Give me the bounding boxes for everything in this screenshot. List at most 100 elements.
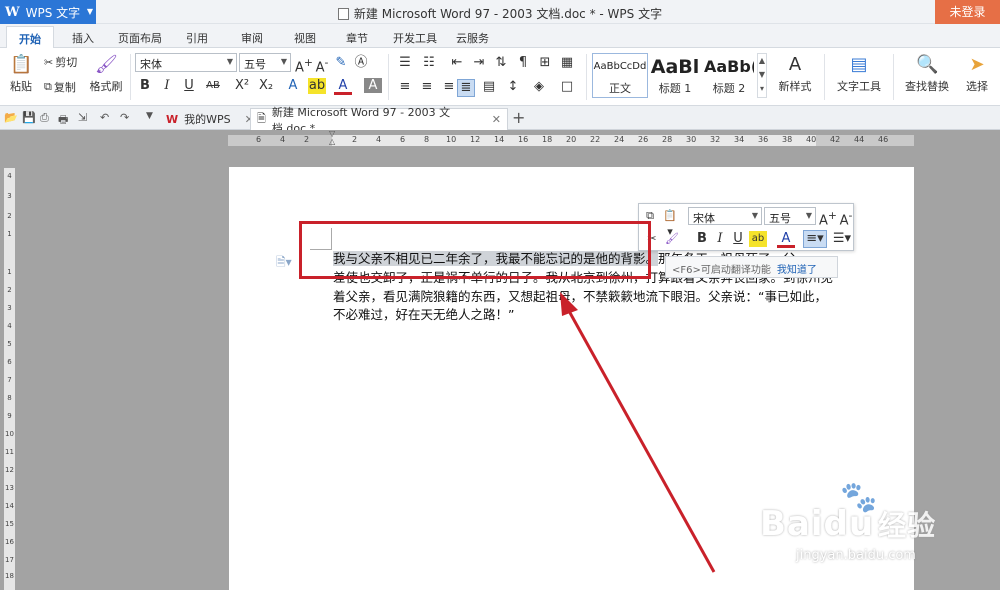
new-style-icon: A — [788, 54, 802, 75]
new-style-button[interactable]: A 新样式 — [772, 54, 818, 94]
line-spacing-icon[interactable]: ↕ — [504, 79, 522, 95]
grow-font-icon[interactable]: A+ — [295, 55, 313, 76]
justify-icon[interactable]: ≣ — [457, 79, 475, 97]
shrink-font-icon[interactable]: A- — [837, 208, 855, 229]
underline-button[interactable]: U — [180, 78, 198, 94]
align-center-icon[interactable]: ≡ — [418, 79, 436, 95]
divider — [893, 54, 894, 100]
clipboard-icon: 📋 — [10, 54, 33, 75]
mini-underline-button[interactable]: U — [729, 231, 747, 247]
new-tab-icon[interactable]: + — [512, 108, 525, 127]
baidu-watermark: 🐾 Baidu 经验 jingyan.baidu.com — [760, 480, 937, 563]
indent-marker[interactable]: ▽ △ — [329, 130, 337, 150]
style-heading-2[interactable]: AaBb( 标题 2 — [703, 53, 755, 98]
tab-developer[interactable]: 开发工具 — [393, 30, 437, 46]
char-shading-icon[interactable]: A — [364, 78, 382, 93]
grow-font-icon[interactable]: A+ — [819, 208, 837, 229]
show-marks-icon[interactable]: ¶ — [514, 55, 532, 71]
font-size-combo[interactable]: 五号 ▼ — [239, 53, 291, 72]
mini-font-name-combo[interactable]: 宋体 ▼ — [688, 207, 762, 225]
table-icon[interactable]: ⊞ — [536, 55, 554, 71]
superscript-icon[interactable]: X² — [233, 78, 251, 94]
shading-icon[interactable]: ◈ — [530, 79, 548, 95]
redo-icon[interactable]: ↷ — [120, 111, 129, 124]
paragraph-handle-icon[interactable]: 🗎▾ — [276, 253, 292, 274]
tab-review[interactable]: 审阅 — [241, 30, 263, 46]
bullets-icon[interactable]: ☰ — [396, 55, 414, 71]
highlight-icon[interactable]: ab — [308, 78, 326, 94]
brush-icon[interactable]: 🖌 — [663, 231, 681, 247]
strikethrough-icon[interactable]: AB — [204, 78, 222, 94]
wps-logo-icon: W — [166, 112, 179, 126]
distributed-icon[interactable]: ▤ — [480, 79, 498, 95]
annotation-highlight-box — [299, 221, 651, 279]
cut-button[interactable]: ✂ 剪切 — [44, 54, 77, 70]
text-effect-icon[interactable]: A — [284, 78, 302, 94]
document-icon — [337, 8, 349, 20]
style-normal[interactable]: AaBbCcDd 正文 — [592, 53, 648, 98]
copy-button[interactable]: ⧉ 复制 — [44, 79, 76, 95]
save-icon[interactable]: 💾 — [22, 111, 36, 124]
text-line-4[interactable]: 不必难过，好在天无绝人之路！” — [333, 307, 514, 323]
tab-cloud[interactable]: 云服务 — [456, 30, 489, 46]
mini-italic-button[interactable]: I — [711, 231, 729, 247]
app-menu-button[interactable]: W WPS 文字 ▼ — [0, 0, 96, 24]
open-icon[interactable]: 📂 — [4, 111, 18, 124]
undo-icon[interactable]: ↶ — [100, 111, 109, 124]
font-color-icon[interactable]: A — [334, 78, 352, 95]
align-left-icon[interactable]: ≡ — [396, 79, 414, 95]
sort-icon[interactable]: ⇅ — [492, 55, 510, 71]
tab-sections[interactable]: 章节 — [346, 30, 368, 46]
borders-icon[interactable]: □ — [558, 79, 576, 95]
numbering-icon[interactable]: ☷ — [420, 55, 438, 71]
tab-view[interactable]: 视图 — [294, 30, 316, 46]
increase-indent-icon[interactable]: ⇥ — [470, 55, 488, 71]
vertical-ruler[interactable]: 4 3 2 1 1 2 3 4 5 6 7 8 9 10 11 12 13 14… — [4, 168, 15, 590]
styles-scroll[interactable]: ▲ ▼ ▾ — [757, 53, 767, 98]
mini-font-color-icon[interactable]: A — [777, 231, 795, 248]
border-icon[interactable]: ▦ — [558, 55, 576, 71]
divider — [130, 54, 131, 100]
text-tools-icon: ▤ — [850, 54, 868, 75]
align-right-icon[interactable]: ≡ — [440, 79, 458, 95]
bold-button[interactable]: B — [136, 78, 154, 94]
got-it-link[interactable]: 我知道了 — [777, 265, 817, 276]
doc-tab-my-wps[interactable]: W 我的WPS ✕ — [160, 108, 260, 130]
export-pdf-icon[interactable]: ⇲ — [78, 111, 87, 124]
mini-highlight-icon[interactable]: ab — [749, 231, 767, 247]
italic-button[interactable]: I — [158, 78, 176, 94]
select-button[interactable]: ➤ 选择 — [958, 54, 996, 94]
login-button[interactable]: 未登录 — [935, 0, 1000, 24]
close-icon[interactable]: ✕ — [492, 113, 501, 126]
change-case-icon[interactable]: Ⓐ — [352, 55, 370, 71]
tab-home[interactable]: 开始 — [6, 26, 54, 49]
customize-icon[interactable]: ▼ — [146, 111, 153, 121]
wps-logo-icon: W — [5, 4, 20, 20]
chevron-down-icon: ▼ — [805, 211, 812, 220]
format-painter-button[interactable]: 🖌 格式刷 — [88, 54, 124, 94]
mini-align-icon[interactable]: ≡▾ — [803, 230, 827, 248]
mini-line-spacing-icon[interactable]: ☰▾ — [831, 231, 853, 247]
print-icon[interactable]: 🖶 — [58, 111, 68, 130]
tab-references[interactable]: 引用 — [186, 30, 208, 46]
shrink-font-icon[interactable]: A- — [313, 55, 331, 76]
divider — [824, 54, 825, 100]
font-name-combo[interactable]: 宋体 ▼ — [135, 53, 237, 72]
paste-button[interactable]: 📋 粘贴 — [6, 54, 36, 94]
decrease-indent-icon[interactable]: ⇤ — [448, 55, 466, 71]
clear-format-icon[interactable]: ✎ — [332, 55, 350, 71]
mini-toolbar: ⧉ 📋▾ 宋体 ▼ 五号 ▼ A+ A- ✂ 🖌 B I U ab A ≡▾ ☰▾ — [638, 203, 854, 251]
divider — [388, 54, 389, 100]
text-tools-button[interactable]: ▤ 文字工具 — [830, 54, 888, 94]
tab-insert[interactable]: 插入 — [72, 30, 94, 46]
subscript-icon[interactable]: X₂ — [257, 78, 275, 94]
doc-tab-current[interactable]: 🗎 新建 Microsoft Word 97 - 2003 文档.doc * ✕ — [250, 106, 508, 135]
mini-font-size-combo[interactable]: 五号 ▼ — [764, 207, 816, 225]
mini-bold-button[interactable]: B — [693, 231, 711, 247]
style-heading-1[interactable]: AaBl 标题 1 — [649, 53, 701, 98]
quick-access-bar: 📂 💾 ⎙ 🖶 ⇲ ↶ ↷ ▼ W 我的WPS ✕ 🗎 新建 Microsoft… — [0, 106, 1000, 135]
tab-page-layout[interactable]: 页面布局 — [118, 30, 162, 46]
magnifier-icon: 🔍 — [916, 54, 939, 75]
print-preview-icon[interactable]: ⎙ — [40, 111, 49, 125]
find-replace-button[interactable]: 🔍 查找替换 — [898, 54, 956, 94]
